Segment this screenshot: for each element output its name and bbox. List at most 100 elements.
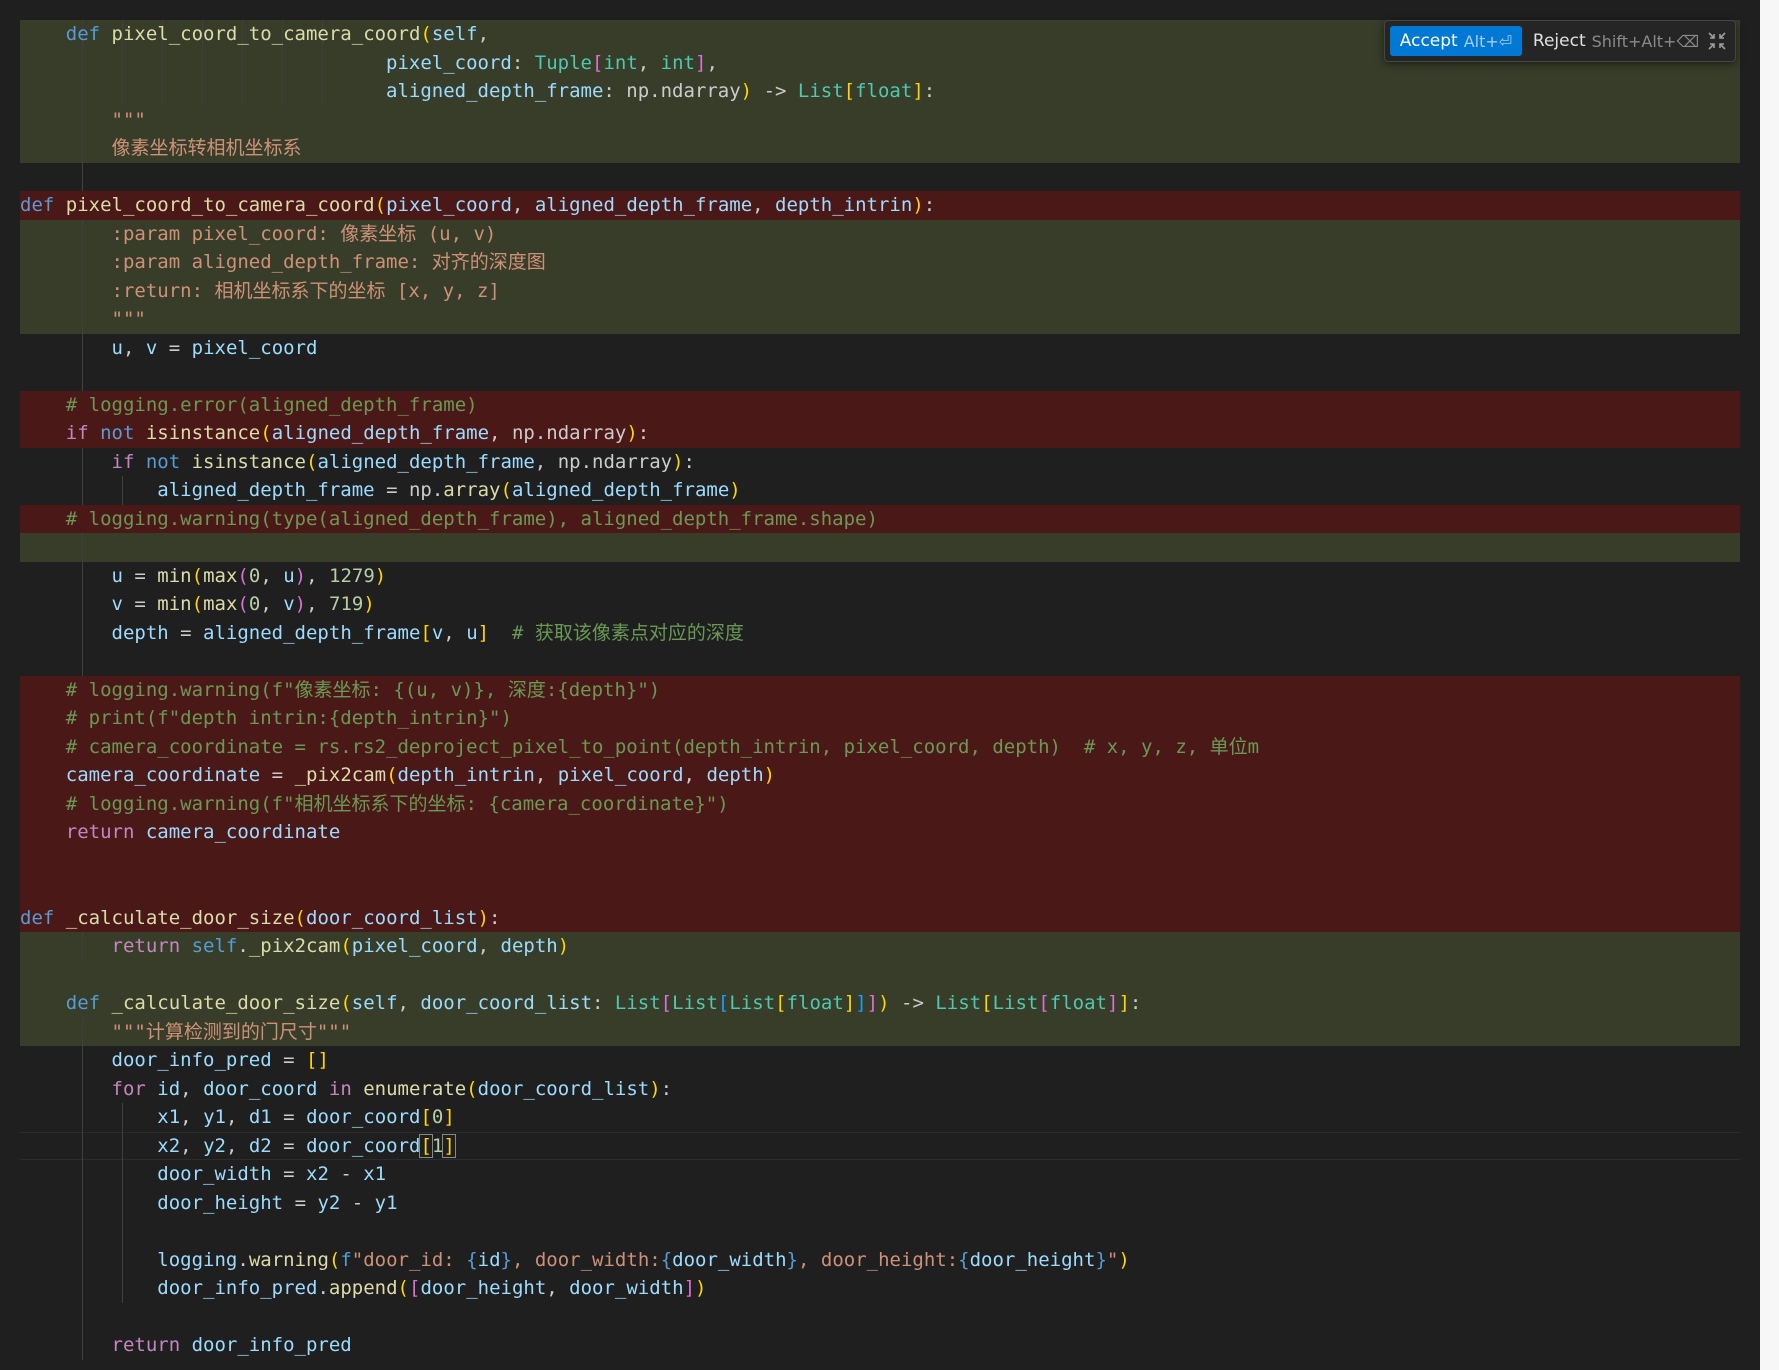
code-line[interactable]: [20, 647, 1740, 676]
code-line[interactable]: door_info_pred.append([door_height, door…: [20, 1274, 1740, 1303]
code-token: door_coord: [306, 1134, 421, 1157]
code-line[interactable]: x2, y2, d2 = door_coord[1]: [20, 1131, 1740, 1160]
code-token: (: [294, 906, 306, 929]
code-text: # logging.warning(type(aligned_depth_fra…: [20, 508, 878, 530]
code-line[interactable]: def pixel_coord_to_camera_coord(pixel_co…: [20, 191, 1740, 220]
code-line[interactable]: [20, 1217, 1740, 1246]
code-line[interactable]: aligned_depth_frame = np.array(aligned_d…: [20, 476, 1740, 505]
code-text: door_info_pred = []: [20, 1049, 329, 1071]
reject-button[interactable]: Reject Shift+Alt+⌫: [1531, 26, 1701, 56]
code-line[interactable]: """计算检测到的门尺寸""": [20, 1017, 1740, 1046]
code-token: 0: [431, 1106, 444, 1128]
code-line[interactable]: x1, y1, d1 = door_coord[0]: [20, 1103, 1740, 1132]
code-token: :: [923, 80, 936, 102]
code-line[interactable]: 像素坐标转相机坐标系: [20, 134, 1740, 163]
code-line[interactable]: [20, 875, 1740, 904]
code-editor[interactable]: def pixel_coord_to_camera_coord(self, pi…: [0, 0, 1760, 1370]
code-line[interactable]: camera_coordinate = _pix2cam(depth_intri…: [20, 761, 1740, 790]
code-line[interactable]: def _calculate_door_size(self, door_coor…: [20, 989, 1740, 1018]
code-line[interactable]: logging.warning(f"door_id: {id}, door_wi…: [20, 1245, 1740, 1274]
code-token: d1: [248, 1106, 272, 1128]
code-line[interactable]: # print(f"depth intrin:{depth_intrin}"): [20, 704, 1740, 733]
accept-button[interactable]: Accept Alt+⏎: [1390, 26, 1522, 56]
code-token: def: [20, 906, 66, 929]
code-token: v: [283, 593, 295, 615]
code-line[interactable]: :param aligned_depth_frame: 对齐的深度图: [20, 248, 1740, 277]
code-line[interactable]: door_width = x2 - x1: [20, 1160, 1740, 1189]
code-line[interactable]: if not isinstance(aligned_depth_frame, n…: [20, 419, 1740, 448]
code-line[interactable]: aligned_depth_frame: np.ndarray) -> List…: [20, 77, 1740, 106]
code-line[interactable]: # logging.warning(f"相机坐标系下的坐标: {camera_c…: [20, 789, 1740, 818]
code-token: # logging.warning(f"相机坐标系下的坐标: {camera_c…: [65, 792, 729, 815]
code-token: 像素坐标转相机坐标系: [111, 137, 302, 159]
code-text: return door_info_pred: [20, 1334, 352, 1356]
code-token: :param pixel_coord: 像素坐标 (u, v): [111, 222, 497, 245]
code-token: door_coord: [203, 1077, 318, 1100]
code-token: }: [500, 1248, 512, 1271]
code-token: "door_id:: [351, 1248, 467, 1271]
code-line[interactable]: [20, 533, 1740, 562]
code-token: min: [157, 564, 192, 587]
code-token: door_width: [569, 1277, 684, 1299]
code-token: ): [626, 422, 638, 444]
code-token: .: [237, 935, 249, 957]
code-line[interactable]: for id, door_coord in enumerate(door_coo…: [20, 1074, 1740, 1103]
code-token: ,: [511, 194, 535, 216]
code-token: List: [797, 80, 844, 102]
code-token: return: [111, 1334, 192, 1356]
code-token: ): [1118, 1248, 1130, 1271]
code-line[interactable]: return self._pix2cam(pixel_coord, depth): [20, 932, 1740, 961]
code-line[interactable]: # camera_coordinate = rs.rs2_deproject_p…: [20, 732, 1740, 761]
code-line[interactable]: [20, 162, 1740, 191]
code-line[interactable]: # logging.error(aligned_depth_frame): [20, 390, 1740, 419]
code-line[interactable]: :param pixel_coord: 像素坐标 (u, v): [20, 219, 1740, 248]
accept-shortcut: Alt+⏎: [1463, 31, 1513, 51]
code-line[interactable]: if not isinstance(aligned_depth_frame, n…: [20, 447, 1740, 476]
code-area[interactable]: def pixel_coord_to_camera_coord(self, pi…: [20, 20, 1740, 1360]
code-token: door_coord_list: [420, 992, 593, 1014]
code-token: ,: [306, 593, 329, 615]
code-token: depth: [706, 764, 764, 786]
code-token: logging: [157, 1248, 238, 1271]
code-token: door_info_pred: [111, 1049, 272, 1071]
code-token: :: [511, 51, 535, 74]
code-line[interactable]: door_height = y2 - y1: [20, 1188, 1740, 1217]
code-line[interactable]: [20, 362, 1740, 391]
code-line[interactable]: return camera_coordinate: [20, 818, 1740, 847]
code-line[interactable]: [20, 1302, 1740, 1331]
code-line[interactable]: # logging.warning(type(aligned_depth_fra…: [20, 504, 1740, 533]
indent-guide: [81, 533, 83, 562]
code-token: ,: [260, 564, 284, 587]
code-line[interactable]: door_info_pred = []: [20, 1046, 1740, 1075]
code-token: np.ndarray: [626, 80, 741, 102]
code-line[interactable]: u = min(max(0, u), 1279): [20, 561, 1740, 590]
code-token: (: [260, 422, 272, 444]
code-text: :return: 相机坐标系下的坐标 [x, y, z]: [20, 280, 500, 302]
indent-guide: [81, 162, 83, 191]
code-token: camera_coordinate: [65, 764, 261, 786]
code-line[interactable]: """: [20, 105, 1740, 134]
code-line[interactable]: """: [20, 305, 1740, 334]
code-line[interactable]: u, v = pixel_coord: [20, 333, 1740, 362]
code-token: aligned_depth_frame: [511, 479, 730, 501]
code-token: ]: [912, 80, 924, 102]
code-token: # 获取该像素点对应的深度: [511, 621, 744, 644]
code-token: :: [660, 1077, 673, 1100]
code-line[interactable]: # logging.warning(f"像素坐标: {(u, v)}, 深度:{…: [20, 675, 1740, 704]
code-line[interactable]: return door_info_pred: [20, 1331, 1740, 1360]
code-line[interactable]: v = min(max(0, v), 719): [20, 590, 1740, 619]
code-line[interactable]: [20, 960, 1740, 989]
collapse-icon[interactable]: [1705, 29, 1729, 53]
code-token: aligned_depth_frame: [317, 450, 535, 473]
code-text: x2, y2, d2 = door_coord[1]: [20, 1133, 456, 1158]
code-token: 0: [248, 564, 261, 587]
code-line[interactable]: def _calculate_door_size(door_coord_list…: [20, 903, 1740, 932]
code-token: x2: [157, 1134, 181, 1157]
code-line[interactable]: :return: 相机坐标系下的坐标 [x, y, z]: [20, 276, 1740, 305]
code-text: camera_coordinate = _pix2cam(depth_intri…: [20, 764, 775, 786]
code-line[interactable]: depth = aligned_depth_frame[v, u] # 获取该像…: [20, 618, 1740, 647]
code-line[interactable]: [20, 846, 1740, 875]
code-token: {: [958, 1248, 970, 1271]
code-token: ,: [443, 621, 467, 644]
code-token: pixel_coord: [386, 51, 512, 74]
